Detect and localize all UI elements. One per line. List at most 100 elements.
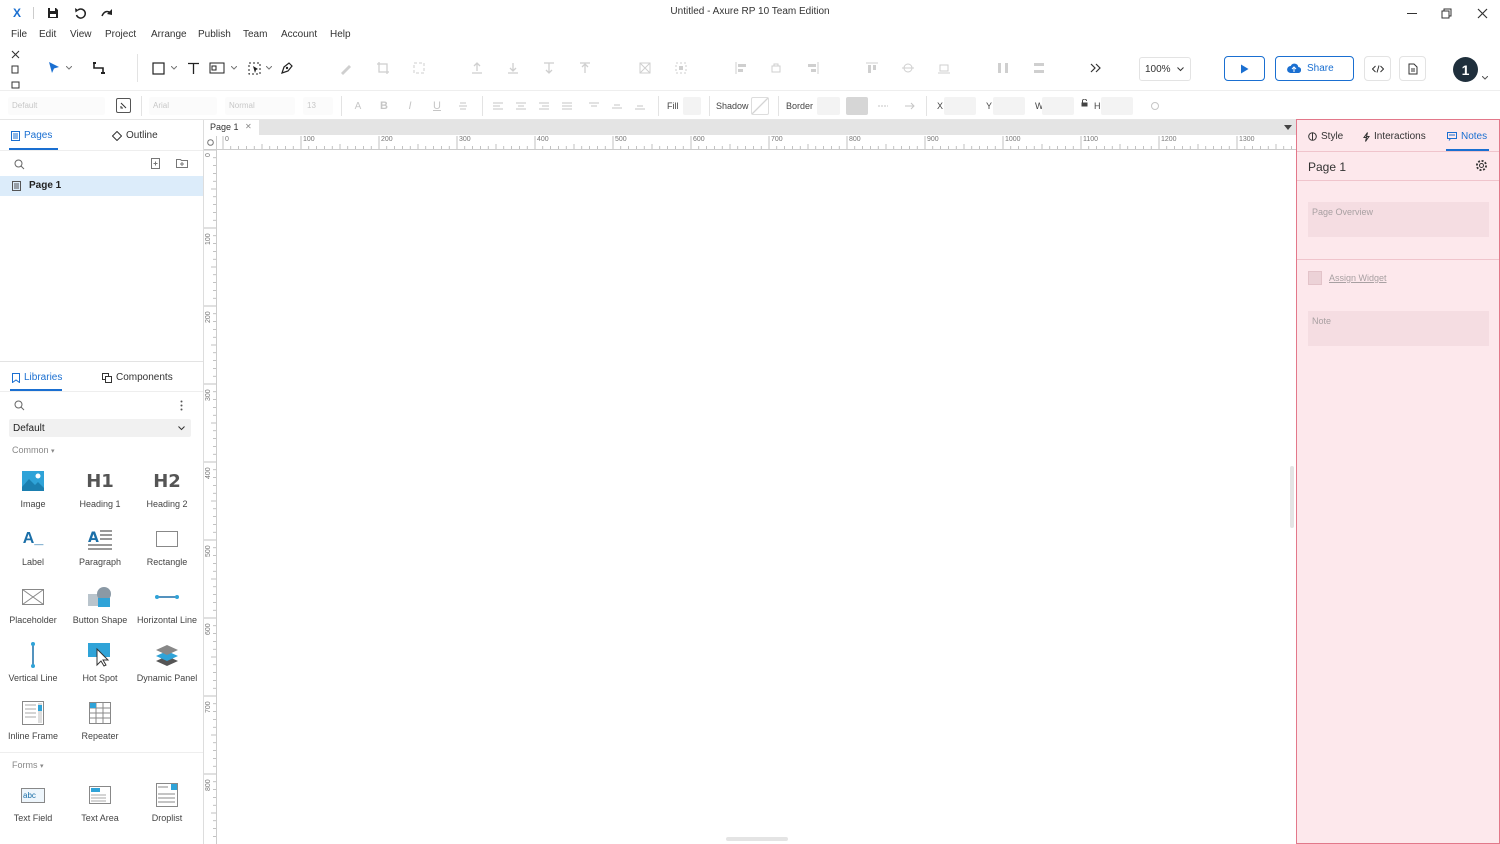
library-item-repeater[interactable]: Repeater — [67, 698, 133, 741]
library-item-heading-1[interactable]: H1 Heading 1 — [67, 466, 133, 510]
menu-account[interactable]: Account — [281, 29, 317, 40]
section-common[interactable]: Common ▾ — [12, 445, 55, 455]
add-page-icon[interactable] — [149, 156, 163, 170]
library-item-button-shape[interactable]: Button Shape — [67, 582, 133, 625]
menu-arrange[interactable]: Arrange — [151, 29, 187, 40]
menu-team[interactable]: Team — [243, 29, 267, 40]
library-item-rectangle[interactable]: Rectangle — [134, 524, 200, 567]
style-select[interactable]: Default — [8, 97, 105, 115]
library-item-text-field[interactable]: abc Text Field — [0, 780, 66, 823]
chevron-down-icon[interactable] — [1284, 125, 1292, 130]
connector-icon[interactable] — [88, 58, 110, 78]
copy-icon[interactable] — [9, 63, 21, 75]
note-field[interactable]: Note — [1308, 311, 1489, 346]
text-justify-icon[interactable] — [560, 98, 574, 114]
inspect-code-button[interactable] — [1364, 56, 1391, 81]
arrow-style-icon[interactable] — [903, 98, 917, 114]
library-item-inline-frame[interactable]: Inline Frame — [0, 698, 66, 741]
chevron-down-icon[interactable] — [265, 62, 273, 74]
w-input[interactable] — [1042, 97, 1074, 115]
library-item-droplist[interactable]: Droplist — [134, 780, 200, 823]
menu-edit[interactable]: Edit — [39, 29, 56, 40]
widget-tool-icon[interactable] — [206, 58, 228, 78]
library-item-horizontal-line[interactable]: Horizontal Line — [134, 582, 200, 625]
border-style-icon[interactable] — [876, 98, 890, 114]
y-input[interactable] — [993, 97, 1025, 115]
valign-middle-icon[interactable] — [610, 98, 624, 114]
text-align-left-icon[interactable] — [491, 98, 505, 114]
send-back-icon[interactable] — [503, 58, 523, 78]
lock-icon[interactable] — [1079, 98, 1089, 108]
rotate-icon[interactable] — [1148, 98, 1162, 114]
library-item-placeholder[interactable]: Placeholder — [0, 582, 66, 625]
distribute-icon[interactable] — [671, 58, 691, 78]
rectangle-tool-icon[interactable] — [149, 58, 167, 78]
add-folder-icon[interactable] — [174, 156, 189, 170]
font-select[interactable]: Arial — [149, 97, 217, 115]
page-list-item[interactable]: Page 1 — [0, 176, 203, 196]
bold-icon[interactable]: B — [377, 98, 391, 114]
section-forms[interactable]: Forms ▾ — [12, 760, 44, 770]
align-center-icon[interactable] — [766, 58, 786, 78]
design-canvas[interactable] — [218, 151, 1296, 844]
menu-help[interactable]: Help — [330, 29, 351, 40]
font-color-icon[interactable]: A — [351, 98, 365, 114]
cut-icon[interactable] — [9, 48, 21, 60]
library-item-text-area[interactable]: Text Area — [67, 780, 133, 823]
align-left-icon[interactable] — [731, 58, 751, 78]
border-width-swatch[interactable] — [846, 97, 868, 115]
tab-interactions[interactable]: Interactions — [1363, 131, 1426, 142]
tab-libraries[interactable]: Libraries — [12, 372, 62, 383]
more-tools-icon[interactable] — [1086, 58, 1106, 78]
text-tool-icon[interactable] — [183, 58, 203, 78]
distribute-horizontal-icon[interactable] — [993, 58, 1013, 78]
h-input[interactable] — [1101, 97, 1133, 115]
menu-project[interactable]: Project — [105, 29, 136, 40]
crop-icon[interactable] — [373, 58, 393, 78]
minimize-icon[interactable] — [1398, 3, 1426, 23]
menu-view[interactable]: View — [70, 29, 92, 40]
underline-icon[interactable]: U — [430, 98, 444, 114]
pen-tool-icon[interactable] — [277, 58, 297, 78]
tab-components[interactable]: Components — [102, 372, 173, 383]
more-options-icon[interactable] — [176, 398, 186, 412]
strikethrough-icon[interactable] — [456, 98, 470, 114]
ruler-origin-icon[interactable] — [204, 136, 217, 150]
align-icon[interactable] — [635, 58, 655, 78]
library-item-image[interactable]: Image — [0, 466, 66, 509]
x-input[interactable] — [944, 97, 976, 115]
library-item-dynamic-panel[interactable]: Dynamic Panel — [134, 640, 200, 683]
style-edit-icon[interactable] — [116, 98, 131, 113]
documentation-button[interactable] — [1399, 56, 1426, 81]
library-item-label[interactable]: A_ Label — [0, 524, 66, 567]
align-bottom-icon[interactable] — [934, 58, 954, 78]
border-color-swatch[interactable] — [817, 97, 840, 115]
library-item-hot-spot[interactable]: Hot Spot — [67, 640, 133, 683]
library-item-heading-2[interactable]: H2 Heading 2 — [134, 466, 200, 510]
bring-front-icon[interactable] — [467, 58, 487, 78]
group-icon[interactable] — [539, 58, 559, 78]
hotspot-tool-icon[interactable] — [244, 58, 264, 78]
tab-style[interactable]: Style — [1308, 131, 1343, 142]
font-weight-select[interactable]: Normal — [225, 97, 295, 115]
select-pointer-icon[interactable] — [43, 58, 65, 78]
text-align-center-icon[interactable] — [514, 98, 528, 114]
restore-icon[interactable] — [1432, 3, 1460, 23]
preview-button[interactable] — [1224, 56, 1265, 81]
ungroup-icon[interactable] — [575, 58, 595, 78]
tab-notes[interactable]: Notes — [1447, 131, 1487, 142]
fill-swatch[interactable] — [683, 97, 701, 115]
chevron-down-icon[interactable] — [170, 62, 178, 74]
chevron-down-icon[interactable] — [65, 62, 73, 74]
transform-icon[interactable] — [409, 58, 429, 78]
close-tab-icon[interactable]: ✕ — [245, 122, 252, 131]
library-item-vertical-line[interactable]: Vertical Line — [0, 640, 66, 683]
align-middle-icon[interactable] — [898, 58, 918, 78]
italic-icon[interactable]: I — [403, 98, 417, 114]
menu-publish[interactable]: Publish — [198, 29, 231, 40]
library-item-paragraph[interactable]: A Paragraph — [67, 524, 133, 567]
search-icon[interactable] — [12, 398, 26, 412]
vertical-scrollbar[interactable] — [1290, 466, 1294, 528]
document-tab[interactable]: Page 1 ✕ — [204, 120, 259, 135]
text-align-right-icon[interactable] — [537, 98, 551, 114]
